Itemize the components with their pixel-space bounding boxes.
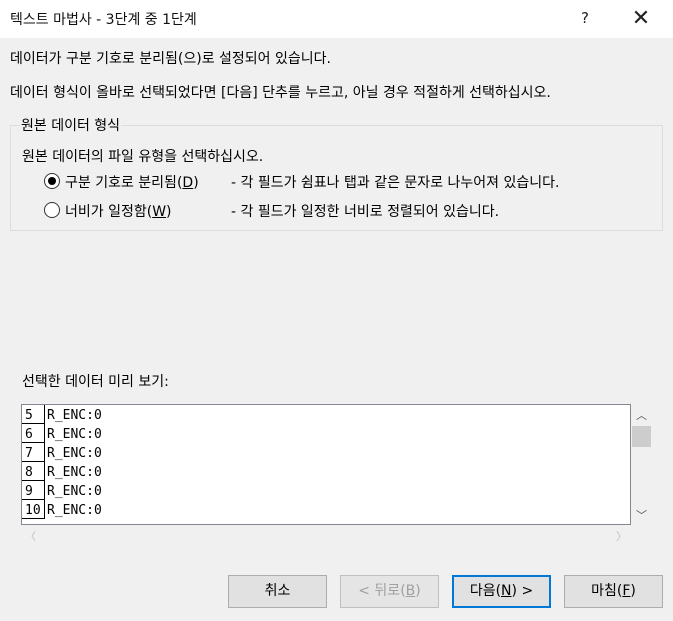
finish-button[interactable]: 마침(F) [564, 575, 663, 608]
radio-delimited-label[interactable]: 구분 기호로 분리됨(D) [65, 172, 199, 192]
preview-row-number: 10 [22, 500, 45, 519]
radio-fixed-width-label[interactable]: 너비가 일정함(W) [65, 201, 172, 221]
window-title: 텍스트 마법사 - 3단계 중 1단계 [10, 12, 197, 28]
title-bar: 텍스트 마법사 - 3단계 중 1단계 ? ✕ [0, 0, 673, 38]
radio-fixed-width[interactable] [44, 202, 60, 218]
radio-fixed-width-row[interactable]: 너비가 일정함(W) - 각 필드가 일정한 너비로 정렬되어 있습니다. [44, 201, 634, 221]
preview-area[interactable]: 5 R_ENC:0 6 R_ENC:0 7 R_ENC:0 8 R_ENC:0 … [21, 404, 631, 525]
preview-row-number: 5 [22, 405, 45, 424]
scroll-thumb[interactable] [632, 426, 651, 447]
group-title: 원본 데이터 형식 [20, 115, 122, 135]
group-description: 원본 데이터의 파일 유형을 선택하십시오. [22, 149, 264, 165]
radio-fixed-width-desc: - 각 필드가 일정한 너비로 정렬되어 있습니다. [231, 204, 500, 220]
radio-delimited-row[interactable]: 구분 기호로 분리됨(D) - 각 필드가 쉼표나 탭과 같은 문자로 나누어져… [44, 172, 634, 192]
scroll-down-icon[interactable]: ﹀ [631, 507, 652, 523]
preview-row: 9 R_ENC:0 [22, 481, 630, 500]
preview-row-number: 6 [22, 424, 45, 443]
help-icon[interactable]: ? [573, 6, 597, 30]
preview-row: 6 R_ENC:0 [22, 424, 630, 443]
preview-vertical-scrollbar[interactable]: ︿ ﹀ [631, 404, 652, 525]
intro-line-1: 데이터가 구분 기호로 분리됨(으)로 설정되어 있습니다. [10, 51, 331, 67]
back-button[interactable]: < 뒤로(B) [340, 575, 439, 608]
scroll-left-icon[interactable]: 〈 [25, 528, 36, 544]
preview-row-number: 8 [22, 462, 45, 481]
intro-line-2: 데이터 형식이 올바로 선택되었다면 [다음] 단추를 누르고, 아닐 경우 적… [10, 85, 551, 101]
next-button[interactable]: 다음(N) > [452, 575, 551, 608]
preview-row-number: 9 [22, 481, 45, 500]
scroll-right-icon[interactable]: 〉 [616, 528, 627, 544]
preview-row-number: 7 [22, 443, 45, 462]
radio-delimited-desc: - 각 필드가 쉼표나 탭과 같은 문자로 나누어져 있습니다. [231, 175, 560, 191]
radio-delimited[interactable] [44, 173, 60, 189]
preview-label: 선택한 데이터 미리 보기: [22, 374, 169, 390]
cancel-button[interactable]: 취소 [228, 575, 327, 608]
preview-row: 8 R_ENC:0 [22, 462, 630, 481]
preview-row: 10 R_ENC:0 [22, 500, 630, 519]
close-icon[interactable]: ✕ [628, 6, 654, 32]
preview-row-value: R_ENC:0 [47, 503, 102, 518]
preview-row: 7 R_ENC:0 [22, 443, 630, 462]
scroll-up-icon[interactable]: ︿ [631, 407, 652, 423]
preview-horizontal-scrollbar[interactable]: 〈 〉 [21, 526, 631, 547]
preview-row: 5 R_ENC:0 [22, 405, 630, 424]
